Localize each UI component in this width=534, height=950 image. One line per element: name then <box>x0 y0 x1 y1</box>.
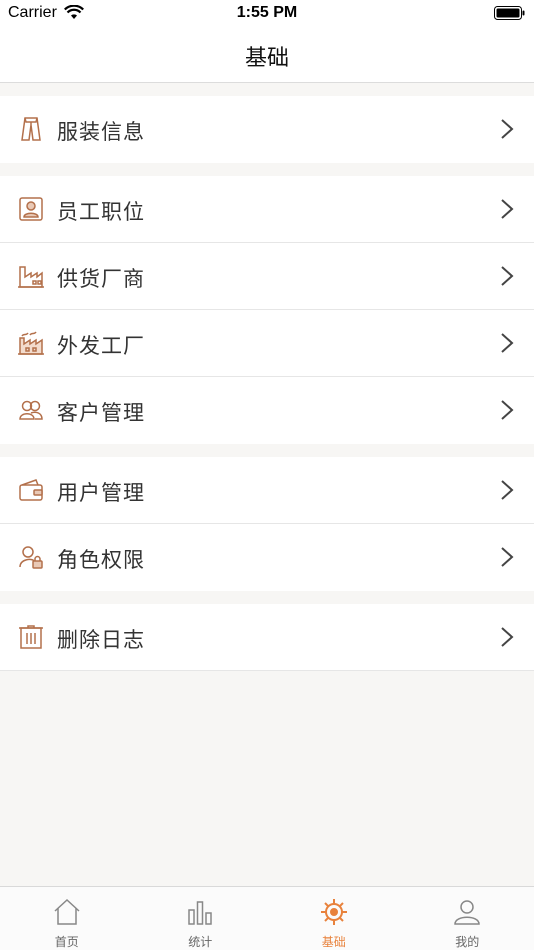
page-title: 基础 <box>244 46 289 71</box>
row-clothing-info[interactable]: 服装信息 <box>0 96 534 163</box>
tab-label: 基础 <box>321 935 346 949</box>
row-label: 服装信息 <box>57 120 145 144</box>
chevron-right-icon <box>500 626 514 648</box>
user-lock-icon <box>18 544 44 570</box>
row-customer-management[interactable]: 客户管理 <box>0 377 534 444</box>
user-icon <box>452 897 482 927</box>
row-label: 角色权限 <box>57 548 145 572</box>
row-label: 客户管理 <box>57 401 145 425</box>
supplier-building-icon <box>18 263 44 289</box>
row-deletion-log[interactable]: 删除日志 <box>0 604 534 671</box>
customers-icon <box>18 397 44 423</box>
row-employee-position[interactable]: 员工职位 <box>0 176 534 243</box>
row-label: 外发工厂 <box>57 334 145 358</box>
navigation-bar: 基础 <box>0 28 534 83</box>
row-label: 删除日志 <box>57 628 145 652</box>
clock: 1:55 PM <box>236 4 298 21</box>
tab-label: 我的 <box>455 935 480 949</box>
chevron-right-icon <box>500 479 514 501</box>
factory-icon <box>18 330 44 356</box>
bar-chart-icon <box>185 897 215 927</box>
chevron-right-icon <box>500 332 514 354</box>
row-outsourced-factory[interactable]: 外发工厂 <box>0 310 534 377</box>
wallet-icon <box>18 477 44 503</box>
battery-icon <box>494 6 526 25</box>
tab-label: 首页 <box>54 935 79 949</box>
employee-badge-icon <box>18 196 44 222</box>
row-role-permissions[interactable]: 角色权限 <box>0 524 534 591</box>
tab-home[interactable]: 首页 <box>0 887 134 950</box>
trash-log-icon <box>18 624 44 650</box>
chevron-right-icon <box>500 399 514 421</box>
status-bar: Carrier 1:55 PM <box>0 0 534 28</box>
row-label: 供货厂商 <box>57 267 145 291</box>
tab-mine[interactable]: 我的 <box>401 887 534 950</box>
tab-basics[interactable]: 基础 <box>267 887 401 950</box>
settings-group-3: 用户管理 角色权限 <box>0 457 534 591</box>
clothing-icon <box>18 116 44 142</box>
row-label: 用户管理 <box>57 481 145 505</box>
chevron-right-icon <box>500 118 514 140</box>
chevron-right-icon <box>500 198 514 220</box>
chevron-right-icon <box>500 546 514 568</box>
settings-group-2: 员工职位 供货厂商 外发工厂 客户管理 <box>0 176 534 444</box>
gear-icon <box>319 897 349 927</box>
home-icon <box>52 897 82 927</box>
tab-label: 统计 <box>188 935 213 949</box>
row-supplier[interactable]: 供货厂商 <box>0 243 534 310</box>
row-user-management[interactable]: 用户管理 <box>0 457 534 524</box>
settings-group-1: 服装信息 <box>0 96 534 163</box>
tab-bar: 首页 统计 基础 我的 <box>0 886 534 950</box>
chevron-right-icon <box>500 265 514 287</box>
settings-group-4: 删除日志 <box>0 604 534 671</box>
tab-statistics[interactable]: 统计 <box>134 887 268 950</box>
row-label: 员工职位 <box>57 200 145 224</box>
